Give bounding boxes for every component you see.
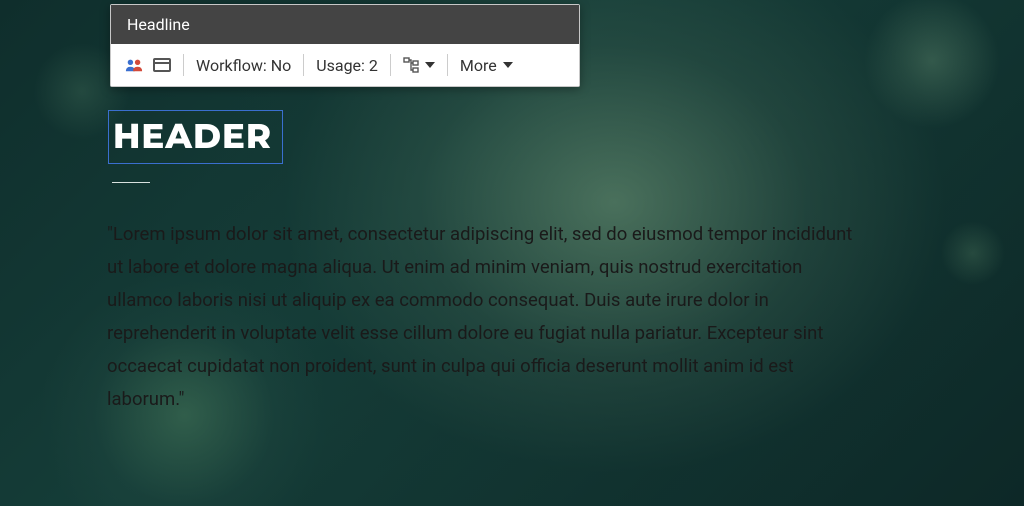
cms-floating-panel: Headline Workflow: No Usage: 2	[110, 4, 580, 87]
page-title: HEADER	[113, 115, 272, 157]
caret-down-icon	[503, 62, 513, 68]
cms-panel-title: Headline	[111, 5, 579, 44]
people-icon[interactable]	[125, 57, 143, 73]
separator	[390, 54, 391, 76]
header-section: HEADER	[108, 110, 283, 183]
usage-count[interactable]: Usage: 2	[316, 56, 378, 75]
separator	[303, 54, 304, 76]
tree-icon	[403, 57, 419, 73]
separator	[183, 54, 184, 76]
caret-down-icon	[425, 62, 435, 68]
header-selection-outline[interactable]: HEADER	[108, 110, 283, 164]
workflow-status[interactable]: Workflow: No	[196, 56, 291, 75]
more-label: More	[460, 56, 497, 75]
header-underline	[112, 182, 150, 183]
cms-toolbar: Workflow: No Usage: 2 More	[111, 44, 579, 86]
window-icon[interactable]	[153, 58, 171, 72]
separator	[447, 54, 448, 76]
more-dropdown[interactable]: More	[460, 56, 513, 75]
body-paragraph: "Lorem ipsum dolor sit amet, consectetur…	[107, 218, 867, 416]
hierarchy-dropdown[interactable]	[403, 57, 435, 73]
